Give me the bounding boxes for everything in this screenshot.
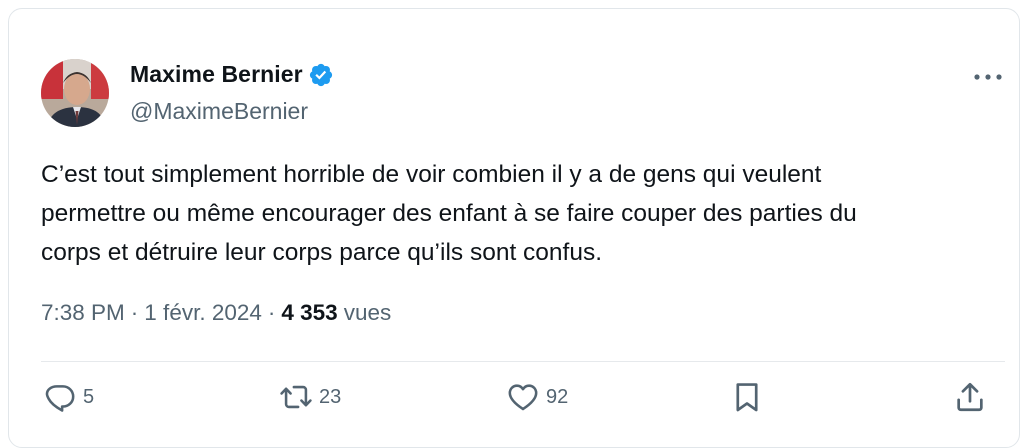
tweet-card: Maxime Bernier @MaximeBernier C’est tout… <box>8 8 1020 448</box>
views-label: vues <box>343 300 392 325</box>
author-handle[interactable]: @MaximeBernier <box>130 98 308 125</box>
bookmark-button[interactable] <box>730 380 764 414</box>
share-icon <box>957 382 983 412</box>
like-count: 92 <box>546 385 569 408</box>
retweet-icon <box>280 385 312 409</box>
tweet-meta: 7:38 PM · 1 févr. 2024 · 4 353 vues <box>41 300 391 326</box>
author-name-row: Maxime Bernier <box>130 61 334 88</box>
share-button[interactable] <box>953 380 987 414</box>
reply-button[interactable]: 5 <box>43 380 94 414</box>
tweet-text-line: permettre ou même encourager des enfant … <box>41 200 857 227</box>
more-icon <box>974 74 1002 80</box>
meta-separator: · <box>130 300 139 325</box>
retweet-button[interactable]: 23 <box>279 380 341 414</box>
meta-separator: · <box>267 300 276 325</box>
tweet-text: C’est tout simplement horrible de voir c… <box>41 155 1011 272</box>
reply-icon <box>45 385 75 412</box>
tweet-date[interactable]: 1 févr. 2024 <box>144 300 262 326</box>
like-icon <box>508 384 538 411</box>
avatar[interactable] <box>41 59 109 127</box>
like-button[interactable]: 92 <box>506 380 568 414</box>
tweet-text-line: C’est tout simplement horrible de voir c… <box>41 161 822 188</box>
retweet-count: 23 <box>319 385 342 408</box>
tweet-time[interactable]: 7:38 PM <box>41 300 125 326</box>
reply-count: 5 <box>83 385 95 408</box>
tweet-text-line: corps et détruire leur corps parce qu’il… <box>41 239 603 266</box>
views-count: 4 353 <box>281 300 338 325</box>
verified-badge-icon <box>309 63 332 86</box>
more-button[interactable] <box>971 67 1005 87</box>
divider <box>41 361 1005 362</box>
bookmark-icon <box>736 383 758 412</box>
author-name[interactable]: Maxime Bernier <box>130 61 303 88</box>
